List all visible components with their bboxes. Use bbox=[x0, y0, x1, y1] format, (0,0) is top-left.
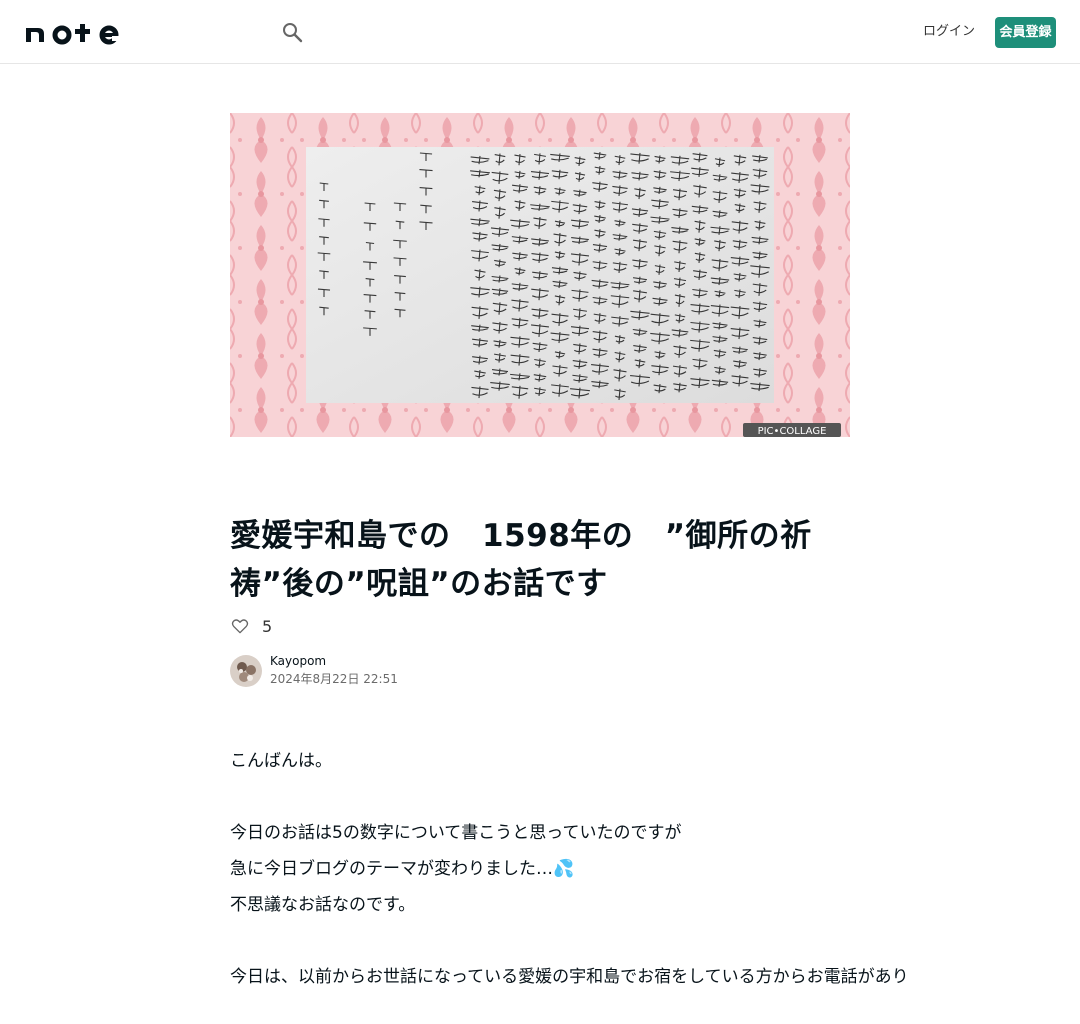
article-title: 愛媛宇和島での 1598年の ”御所の祈祷”後の”呪詛”のお話です bbox=[230, 518, 812, 602]
hero-image: PIC•COLLAGE bbox=[230, 113, 850, 437]
author-meta: Kayopom 2024年8月22日 22:51 bbox=[270, 653, 398, 689]
body-paragraph: 不思議なお話なのです。 bbox=[230, 895, 416, 915]
signup-button[interactable]: 会員登録 bbox=[995, 17, 1056, 48]
post-date: 2024年8月22日 22:51 bbox=[270, 672, 398, 686]
body-paragraph: 急に今日ブログのテーマが変わりました…💦 bbox=[230, 859, 575, 879]
body-paragraph: 今日は、以前からお世話になっている愛媛の宇和島でお宿をしている方からお電話があり bbox=[230, 967, 909, 987]
body-paragraph: こんばんは。 bbox=[230, 751, 332, 771]
heart-icon[interactable] bbox=[230, 616, 250, 636]
author-row: Kayopom 2024年8月22日 22:51 bbox=[230, 653, 398, 689]
like-count: 5 bbox=[262, 616, 273, 636]
site-header: ログイン 会員登録 bbox=[0, 0, 1080, 64]
article-body: こんばんは。 今日のお話は5の数字について書こうと思っていたのですが 急に今日ブ… bbox=[230, 743, 909, 995]
author-name[interactable]: Kayopom bbox=[270, 653, 398, 670]
body-paragraph: 今日のお話は5の数字について書こうと思っていたのですが bbox=[230, 823, 682, 843]
note-logo[interactable] bbox=[24, 18, 124, 46]
login-link[interactable]: ログイン bbox=[920, 22, 978, 42]
pic-collage-badge: PIC•COLLAGE bbox=[758, 426, 827, 437]
search-icon[interactable] bbox=[280, 20, 304, 44]
like-row: 5 bbox=[230, 614, 272, 638]
avatar[interactable] bbox=[230, 655, 262, 687]
